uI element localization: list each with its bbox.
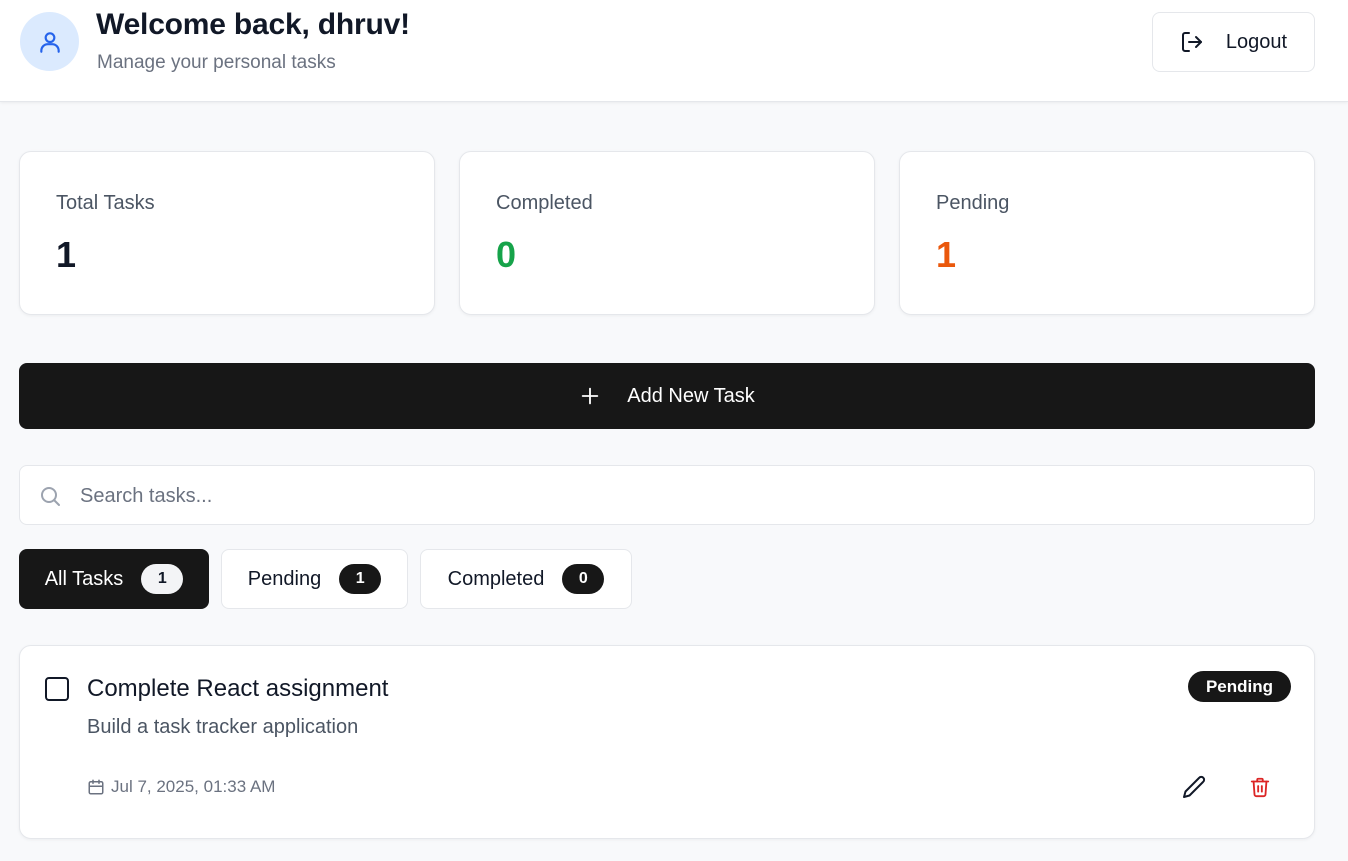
search-box bbox=[19, 465, 1315, 525]
logout-button[interactable]: Logout bbox=[1152, 12, 1315, 72]
tab-pending[interactable]: Pending 1 bbox=[221, 549, 408, 609]
stat-value: 1 bbox=[936, 234, 957, 275]
add-task-label: Add New Task bbox=[627, 384, 755, 407]
app-header: Welcome back, dhruv! Manage your persona… bbox=[0, 0, 1348, 102]
avatar bbox=[20, 12, 79, 71]
delete-task-button[interactable] bbox=[1244, 771, 1276, 803]
tab-all-tasks[interactable]: All Tasks 1 bbox=[19, 549, 209, 609]
trash-icon bbox=[1250, 777, 1270, 798]
stat-card-pending: Pending 1 bbox=[899, 151, 1315, 315]
stat-label: Pending bbox=[936, 192, 1010, 214]
tab-count-badge: 1 bbox=[339, 564, 382, 594]
stat-label: Total Tasks bbox=[56, 192, 155, 214]
stat-value: 0 bbox=[496, 234, 517, 275]
plus-icon bbox=[582, 387, 599, 405]
logout-label: Logout bbox=[1225, 30, 1288, 53]
task-title: Complete React assignment bbox=[87, 675, 389, 702]
page-title: Welcome back, dhruv! bbox=[96, 8, 410, 41]
stat-card-completed: Completed 0 bbox=[459, 151, 875, 315]
pencil-icon bbox=[1183, 775, 1206, 798]
task-date: Jul 7, 2025, 01:33 AM bbox=[87, 776, 275, 798]
logout-icon bbox=[1181, 32, 1202, 52]
page-subtitle: Manage your personal tasks bbox=[97, 52, 336, 73]
edit-task-button[interactable] bbox=[1178, 771, 1210, 803]
tab-label: Pending bbox=[247, 567, 322, 590]
stat-value: 1 bbox=[56, 234, 77, 275]
tab-count-badge: 1 bbox=[141, 564, 184, 594]
tab-count-badge: 0 bbox=[562, 564, 605, 594]
stat-card-total: Total Tasks 1 bbox=[19, 151, 435, 315]
search-input[interactable] bbox=[80, 476, 1290, 516]
calendar-icon bbox=[88, 779, 104, 795]
tab-label: Completed bbox=[447, 567, 545, 590]
task-date-text: Jul 7, 2025, 01:33 AM bbox=[111, 777, 276, 796]
task-description: Build a task tracker application bbox=[87, 716, 359, 738]
task-card: Complete React assignment Build a task t… bbox=[19, 645, 1315, 839]
search-icon bbox=[38, 484, 62, 508]
tab-label: All Tasks bbox=[44, 567, 124, 590]
stat-label: Completed bbox=[496, 192, 593, 214]
status-badge: Pending bbox=[1188, 671, 1291, 702]
task-complete-checkbox[interactable] bbox=[45, 677, 69, 701]
user-icon bbox=[39, 31, 60, 53]
add-task-button[interactable]: Add New Task bbox=[19, 363, 1315, 429]
tab-completed[interactable]: Completed 0 bbox=[420, 549, 632, 609]
